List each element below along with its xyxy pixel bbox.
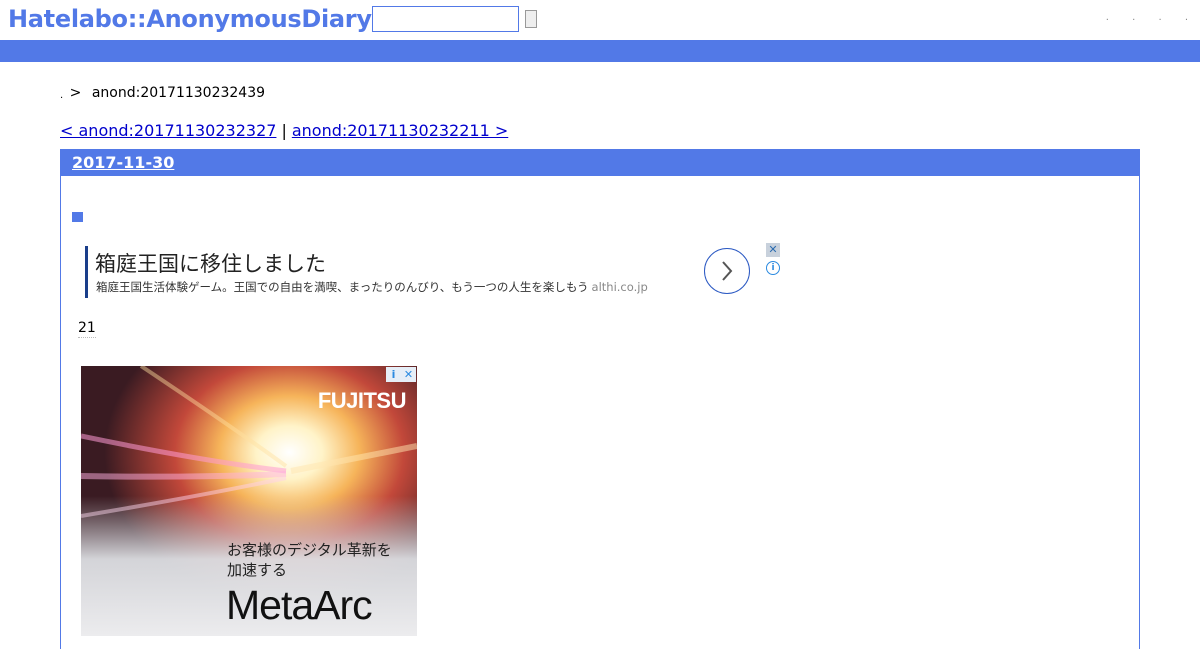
entry-number: 21	[78, 320, 96, 338]
text-ad-domain[interactable]: althi.co.jp	[592, 280, 648, 294]
site-logo[interactable]: Hatelabo::AnonymousDiary	[8, 5, 372, 33]
search-button[interactable]	[525, 10, 537, 28]
text-ad-description: 箱庭王国生活体験ゲーム。王国での自由を満喫、まったりのんびり、もう一つの人生を楽…	[96, 279, 648, 295]
header-links: . . . .	[1086, 12, 1188, 23]
close-icon[interactable]: ✕	[766, 243, 780, 257]
text-ad-title[interactable]: 箱庭王国に移住しました	[95, 248, 326, 278]
info-icon[interactable]: i	[766, 261, 780, 275]
text-ad[interactable]: 箱庭王国に移住しました 箱庭王国生活体験ゲーム。王国での自由を満喫、まったりのん…	[85, 246, 781, 298]
text-ad-description-text: 箱庭王国生活体験ゲーム。王国での自由を満喫、まったりのんびり、もう一つの人生を楽…	[96, 280, 589, 294]
section-permalink[interactable]	[72, 207, 83, 226]
pager: < anond:20171130232327 | anond:20171130232…	[60, 121, 508, 140]
header-link-2[interactable]: .	[1132, 12, 1135, 23]
header-link-4[interactable]: .	[1185, 12, 1188, 23]
header-link-1[interactable]: .	[1106, 12, 1109, 23]
pager-separator: |	[281, 121, 287, 140]
banner-ad-controls: i ✕	[386, 367, 416, 382]
search-input[interactable]	[372, 6, 519, 32]
day-date-link[interactable]: 2017-11-30	[72, 153, 174, 172]
square-icon	[72, 212, 83, 222]
day-header: 2017-11-30	[61, 150, 1139, 176]
banner-ad[interactable]: i ✕ FUJITSU お客様のデジタル革新を 加速する MetaArc	[81, 366, 417, 636]
header: Hatelabo::AnonymousDiary . . . .	[0, 0, 1200, 40]
breadcrumb-home[interactable]: .	[60, 90, 63, 101]
text-ad-open-button[interactable]	[704, 248, 750, 294]
next-entry-link[interactable]: anond:20171130232211 >	[292, 121, 508, 140]
banner-ad-copy-line-1: お客様のデジタル革新を	[227, 541, 392, 559]
banner-ad-copy-line-2: 加速する	[227, 561, 288, 579]
breadcrumb: . > anond:20171130232439	[60, 85, 265, 101]
day-section: 2017-11-30 箱庭王国に移住しました 箱庭王国生活体験ゲーム。王国での自…	[60, 149, 1140, 649]
close-icon[interactable]: ✕	[401, 367, 416, 382]
info-icon[interactable]: i	[386, 367, 401, 382]
banner-ad-brand-logo: FUJITSU	[317, 388, 407, 413]
header-band	[0, 40, 1200, 62]
breadcrumb-separator: >	[69, 85, 82, 101]
prev-entry-link[interactable]: < anond:20171130232327	[60, 121, 276, 140]
breadcrumb-current: anond:20171130232439	[91, 85, 266, 101]
banner-ad-copy: お客様のデジタル革新を 加速する	[227, 540, 392, 580]
text-ad-accent-bar	[85, 246, 88, 298]
chevron-right-icon	[722, 261, 733, 281]
header-link-3[interactable]: .	[1158, 12, 1161, 23]
banner-ad-product-name: MetaArc	[226, 582, 373, 628]
